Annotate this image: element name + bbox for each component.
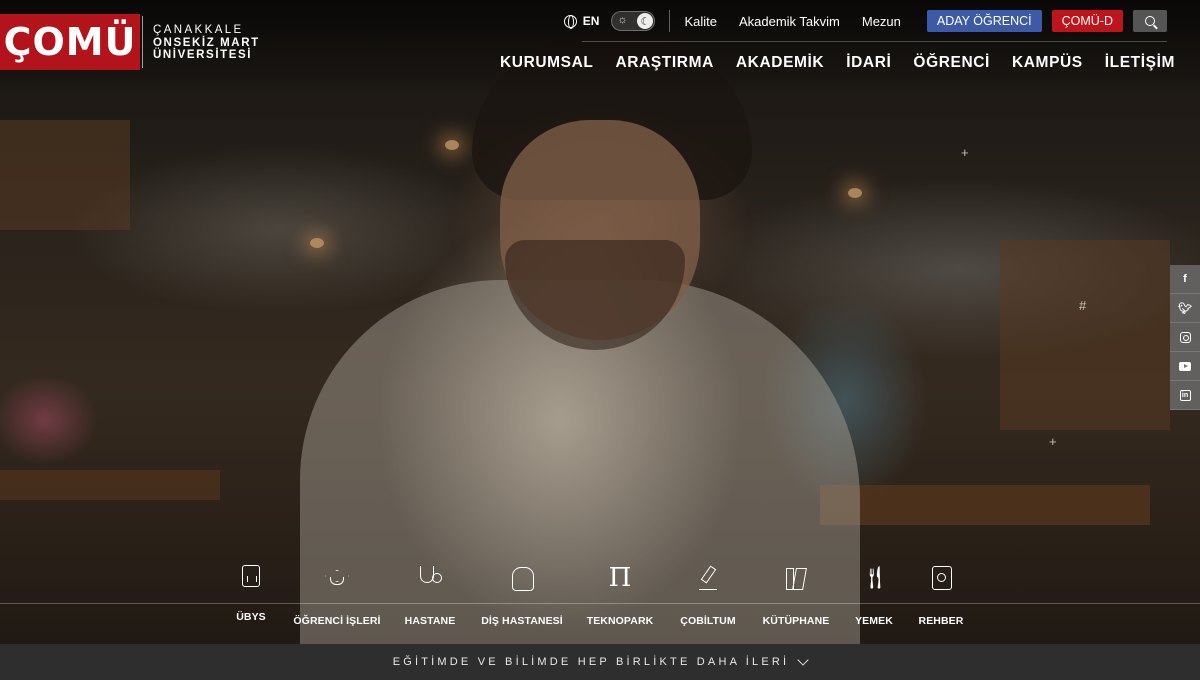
- contacts-book-icon: [928, 565, 954, 591]
- graduation-cap-icon: [324, 565, 350, 591]
- nav-arastirma[interactable]: ARAŞTIRMA: [615, 54, 713, 72]
- nav-iletisim[interactable]: İLETİŞİM: [1105, 54, 1175, 72]
- fork-knife-icon: 🍴︎: [861, 565, 889, 590]
- social-sidebar: f 🐦︎ in: [1170, 265, 1200, 410]
- logo-wordmark: ÇOMÜ: [3, 20, 137, 64]
- linkedin-icon: in: [1179, 389, 1191, 401]
- facebook-link[interactable]: f: [1170, 265, 1200, 294]
- facebook-icon: f: [1183, 273, 1187, 285]
- language-label: EN: [582, 14, 600, 28]
- university-name-line3: ÜNİVERSİTESİ: [153, 49, 253, 61]
- slogan-text: EĞİTİMDE VE BİLİMDE HEP BİRLİKTE DAHA İL…: [392, 656, 790, 668]
- nav-ogrenci[interactable]: ÖĞRENCİ: [913, 54, 990, 72]
- decor-plus: +: [961, 145, 969, 160]
- nav-kampus[interactable]: KAMPÜS: [1012, 54, 1083, 72]
- youtube-link[interactable]: [1170, 352, 1200, 381]
- search-icon: [1145, 16, 1155, 26]
- header-divider: [582, 41, 1167, 42]
- decor-hash: #: [1079, 298, 1087, 313]
- link-akademik-takvim[interactable]: Akademik Takvim: [739, 14, 840, 29]
- instagram-link[interactable]: [1170, 323, 1200, 352]
- site-header: ÇOMÜ ÇANAKKALE ONSEKİZ MART ÜNİVERSİTESİ…: [0, 0, 1200, 96]
- twitter-link[interactable]: 🐦︎: [1170, 294, 1200, 323]
- hero-background-image: + + #: [0, 0, 1200, 644]
- globe-icon: [563, 14, 577, 29]
- university-name-line1: ÇANAKKALE: [153, 24, 244, 36]
- books-icon: [783, 565, 809, 591]
- nav-akademik[interactable]: AKADEMİK: [736, 54, 824, 72]
- tooth-icon: [509, 565, 535, 591]
- quick-links-bar: ÜBYS ÖĞRENCİ İŞLERİ HASTANE DİŞ HASTANES…: [0, 560, 1200, 644]
- instagram-icon: [1179, 331, 1191, 343]
- language-switch[interactable]: EN: [563, 14, 600, 29]
- quick-link-label: REHBER: [918, 615, 964, 627]
- search-button[interactable]: [1133, 10, 1167, 32]
- pi-icon: Π: [608, 563, 632, 593]
- moon-icon: ☾: [637, 13, 654, 29]
- document-chart-icon: [242, 565, 260, 587]
- topbar-divider: [669, 10, 671, 32]
- decor-plus: +: [1049, 434, 1057, 449]
- university-name-line2: ONSEKİZ MART: [153, 36, 260, 49]
- youtube-icon: [1179, 361, 1191, 371]
- hero-overlay: [0, 0, 1200, 644]
- university-name[interactable]: ÇANAKKALE ONSEKİZ MART ÜNİVERSİTESİ: [153, 24, 260, 62]
- nav-idari[interactable]: İDARİ: [846, 54, 891, 72]
- quick-link-rehber[interactable]: REHBER: [886, 560, 996, 627]
- link-mezun[interactable]: Mezun: [862, 14, 901, 29]
- slogan-bar[interactable]: EĞİTİMDE VE BİLİMDE HEP BİRLİKTE DAHA İL…: [0, 644, 1200, 680]
- stethoscope-icon: [417, 565, 443, 591]
- linkedin-link[interactable]: in: [1170, 381, 1200, 410]
- logo-divider: [142, 16, 143, 68]
- sun-icon: ☼: [617, 14, 628, 26]
- link-kalite[interactable]: Kalite: [684, 14, 717, 29]
- university-logo[interactable]: ÇOMÜ: [0, 14, 140, 70]
- microscope-icon: [695, 565, 721, 591]
- quick-link-label: DİŞ HASTANESİ: [481, 615, 563, 627]
- chevron-down-icon: [797, 654, 809, 666]
- nav-kurumsal[interactable]: KURUMSAL: [500, 54, 594, 72]
- twitter-icon: 🐦︎: [1178, 302, 1192, 315]
- aday-ogrenci-button[interactable]: ADAY ÖĞRENCİ: [926, 10, 1042, 32]
- top-utility-bar: EN ☼ ☾ Kalite Akademik Takvim Mezun ADAY…: [563, 10, 1167, 32]
- main-navigation: KURUMSAL ARAŞTIRMA AKADEMİK İDARİ ÖĞRENC…: [489, 54, 1186, 72]
- theme-toggle[interactable]: ☼ ☾: [611, 11, 656, 31]
- quick-link-dis-hastanesi[interactable]: DİŞ HASTANESİ: [467, 560, 577, 627]
- comu-d-button[interactable]: ÇOMÜ-D: [1051, 10, 1123, 32]
